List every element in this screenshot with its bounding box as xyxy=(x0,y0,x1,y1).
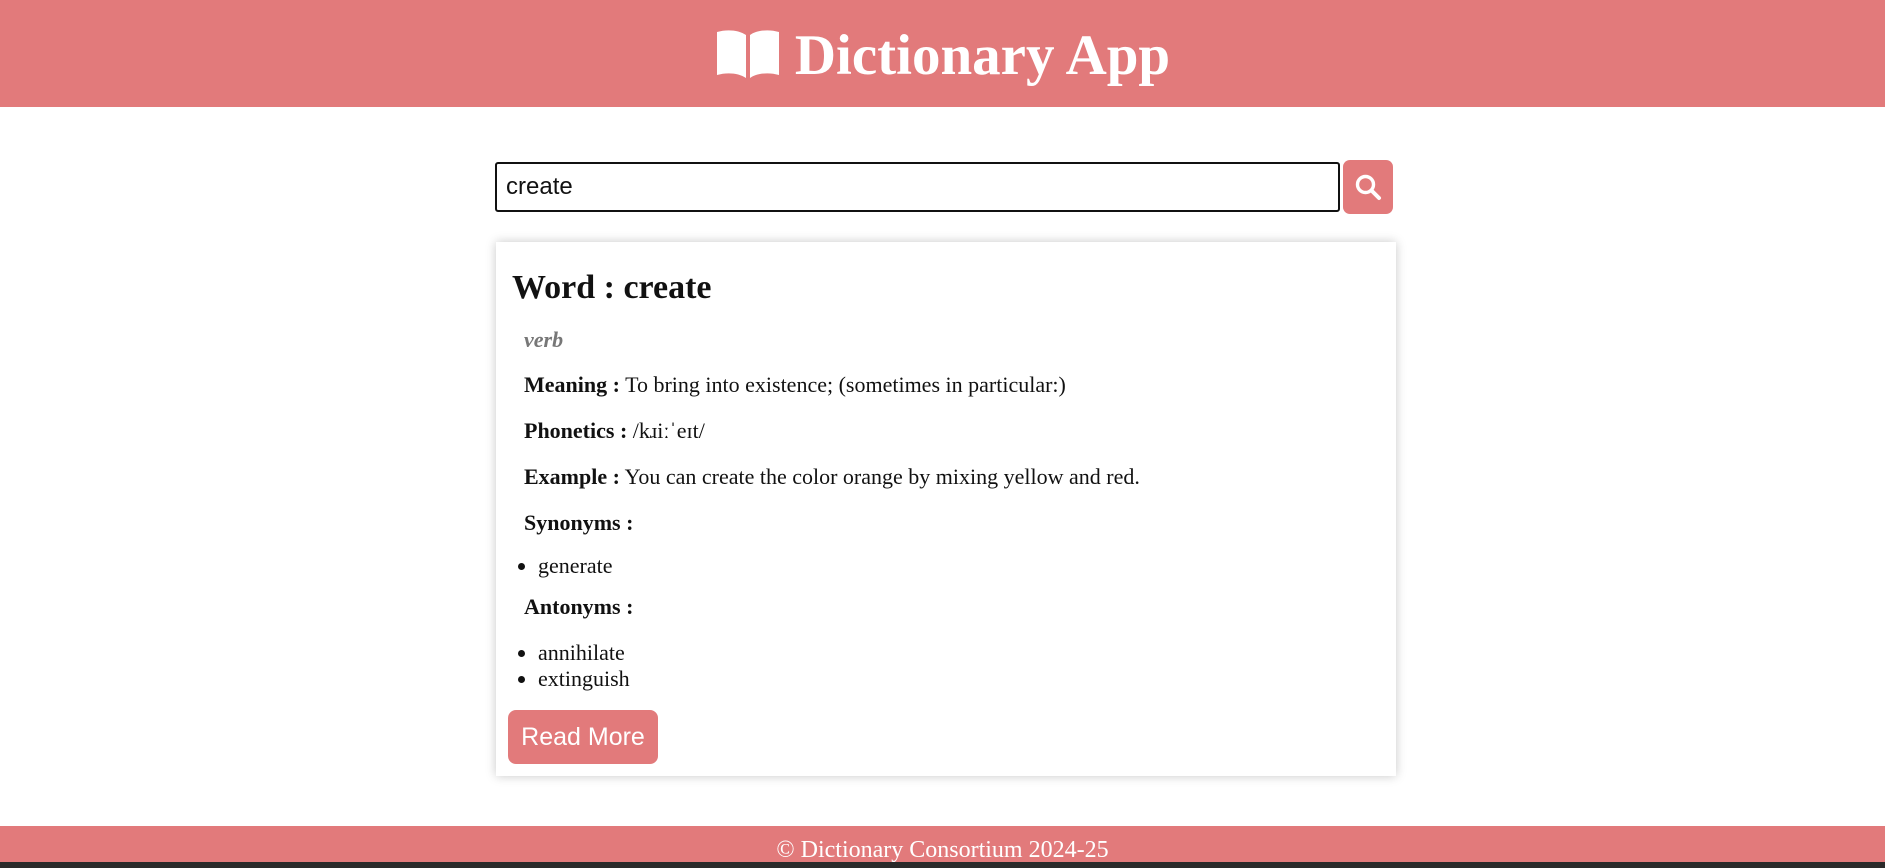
antonym-item: annihilate xyxy=(538,640,630,666)
synonym-item: generate xyxy=(538,553,613,579)
app-header: Dictionary App xyxy=(0,0,1885,107)
search-icon xyxy=(1355,174,1381,200)
example-text: You can create the color orange by mixin… xyxy=(624,464,1140,489)
header-branding: Dictionary App xyxy=(715,24,1171,87)
meaning-text: To bring into existence; (sometimes in p… xyxy=(625,372,1066,397)
phonetics-text: /kɹiːˈeɪt/ xyxy=(632,418,705,443)
word-heading: Word : create xyxy=(512,269,712,306)
antonyms-list: annihilate extinguish xyxy=(496,640,630,692)
synonyms-label: Synonyms : xyxy=(524,510,634,535)
result-card: Word : create verb Meaning : To bring in… xyxy=(496,242,1396,776)
synonyms-heading: Synonyms : xyxy=(524,510,633,536)
antonym-item: extinguish xyxy=(538,666,630,692)
meaning-row: Meaning : To bring into existence; (some… xyxy=(524,372,1066,398)
example-label: Example : xyxy=(524,464,620,489)
read-more-button[interactable]: Read More xyxy=(508,710,658,764)
example-row: Example : You can create the color orang… xyxy=(524,464,1140,490)
synonyms-list: generate xyxy=(496,553,613,579)
antonyms-label: Antonyms : xyxy=(524,594,634,619)
footer-copyright: © Dictionary Consortium 2024-25 xyxy=(776,837,1109,862)
meaning-label: Meaning : xyxy=(524,372,620,397)
footer: © Dictionary Consortium 2024-25 xyxy=(0,826,1885,862)
search-input[interactable] xyxy=(495,162,1340,212)
antonyms-heading: Antonyms : xyxy=(524,594,633,620)
bottom-edge-bar xyxy=(0,862,1885,868)
app-title: Dictionary App xyxy=(794,24,1171,87)
part-of-speech: verb xyxy=(524,327,564,352)
search-button[interactable] xyxy=(1343,160,1393,214)
book-icon xyxy=(716,29,779,78)
phonetics-label: Phonetics : xyxy=(524,418,628,443)
phonetics-row: Phonetics : /kɹiːˈeɪt/ xyxy=(524,418,705,444)
